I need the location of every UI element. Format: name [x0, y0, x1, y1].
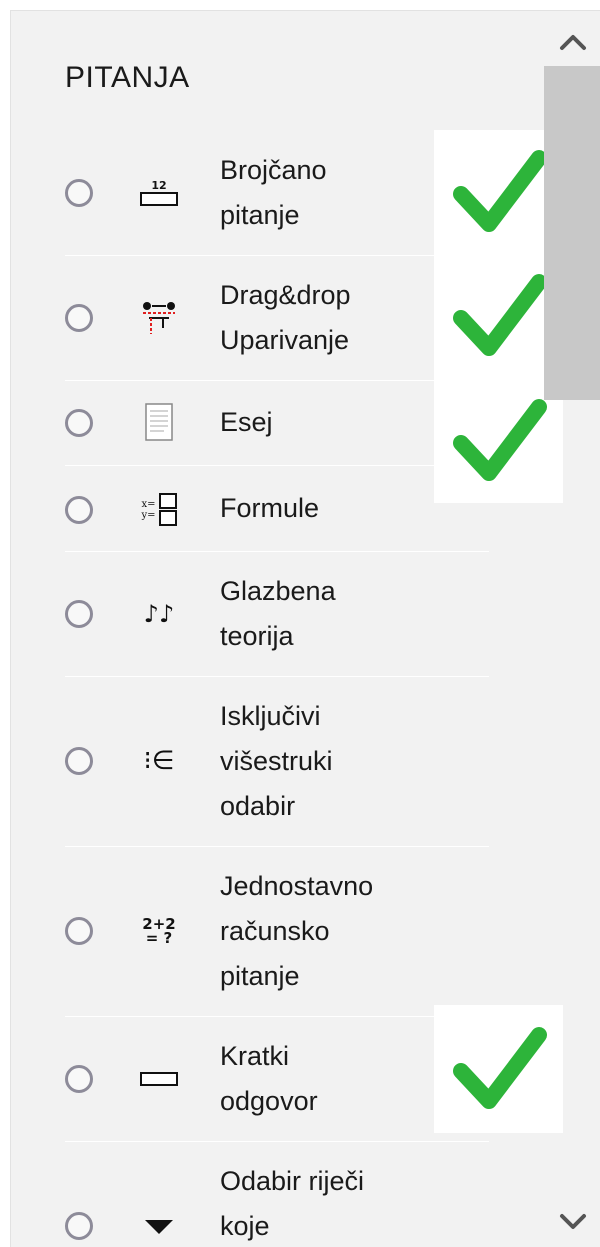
list-item-select-missing-words[interactable]: Odabir riječi koje [65, 1142, 489, 1247]
numerical-icon-text: 12 [151, 179, 166, 192]
question-type-list: 12 Brojčano pitanje Drag&drop Uparivanje… [65, 131, 489, 1247]
question-type-label: Isključivi višestruki odabir [220, 701, 333, 821]
short-answer-icon [137, 1059, 181, 1099]
radio-button[interactable] [65, 179, 93, 207]
chevron-down-icon [559, 1214, 586, 1229]
panel-title: PITANJA [65, 61, 190, 94]
question-type-label: Brojčano pitanje [220, 155, 327, 230]
check-icon [452, 398, 547, 481]
list-item-drag-drop-matching[interactable]: Drag&drop Uparivanje [65, 256, 489, 381]
list-item-music-theory[interactable]: ♪♪ Glazbena teorija [65, 552, 489, 677]
music-icon-text: ♪♪ [143, 600, 175, 628]
question-type-label: Jednostavno računsko pitanje [220, 871, 374, 991]
music-theory-icon: ♪♪ [137, 594, 181, 634]
radio-button[interactable] [65, 747, 93, 775]
question-type-label: Glazbena teorija [220, 576, 336, 651]
question-type-label: Formule [220, 493, 320, 523]
question-type-label: Odabir riječi koje [220, 1166, 365, 1241]
radio-button[interactable] [65, 496, 93, 524]
chevron-up-icon [559, 35, 586, 50]
radio-button[interactable] [65, 1212, 93, 1240]
drag-drop-matching-icon [137, 298, 181, 338]
list-item-calculated-simple[interactable]: 2+2 = ? Jednostavno računsko pitanje [65, 847, 489, 1017]
calculated-icon-text: 2+2 = ? [142, 915, 176, 947]
list-item-short-answer[interactable]: Kratki odgovor [65, 1017, 489, 1142]
scrollbar[interactable] [544, 11, 600, 1247]
radio-button[interactable] [65, 1065, 93, 1093]
list-item-numerical[interactable]: 12 Brojčano pitanje [65, 131, 489, 256]
scroll-down-button[interactable] [544, 1201, 600, 1243]
question-type-panel: PITANJA 12 Brojčano pitanje Drag&drop Up… [10, 10, 600, 1247]
list-item-formulas[interactable]: x= y= Formule [65, 466, 489, 552]
radio-button[interactable] [65, 304, 93, 332]
radio-button[interactable] [65, 600, 93, 628]
multichoice-icon: ⁝∈ [137, 741, 181, 781]
formulas-icon: x= y= [137, 490, 181, 530]
numerical-question-icon: 12 [137, 173, 181, 213]
check-icon [452, 274, 547, 357]
select-missing-words-icon [137, 1206, 181, 1246]
radio-button[interactable] [65, 917, 93, 945]
scrollbar-thumb[interactable] [544, 66, 600, 400]
scroll-up-button[interactable] [544, 21, 600, 63]
multichoice-icon-text: ⁝∈ [143, 746, 175, 776]
check-icon [452, 150, 547, 233]
list-item-essay[interactable]: Esej [65, 381, 489, 466]
formulas-icon-text: x= y= [141, 499, 156, 521]
check-icon [452, 1027, 547, 1109]
question-type-label: Kratki odgovor [220, 1041, 318, 1116]
question-type-label: Esej [220, 407, 273, 437]
list-item-multichoice[interactable]: ⁝∈ Isključivi višestruki odabir [65, 677, 489, 847]
essay-icon [137, 403, 181, 443]
question-type-label: Drag&drop Uparivanje [220, 280, 351, 355]
radio-button[interactable] [65, 409, 93, 437]
calculated-simple-icon: 2+2 = ? [137, 911, 181, 951]
